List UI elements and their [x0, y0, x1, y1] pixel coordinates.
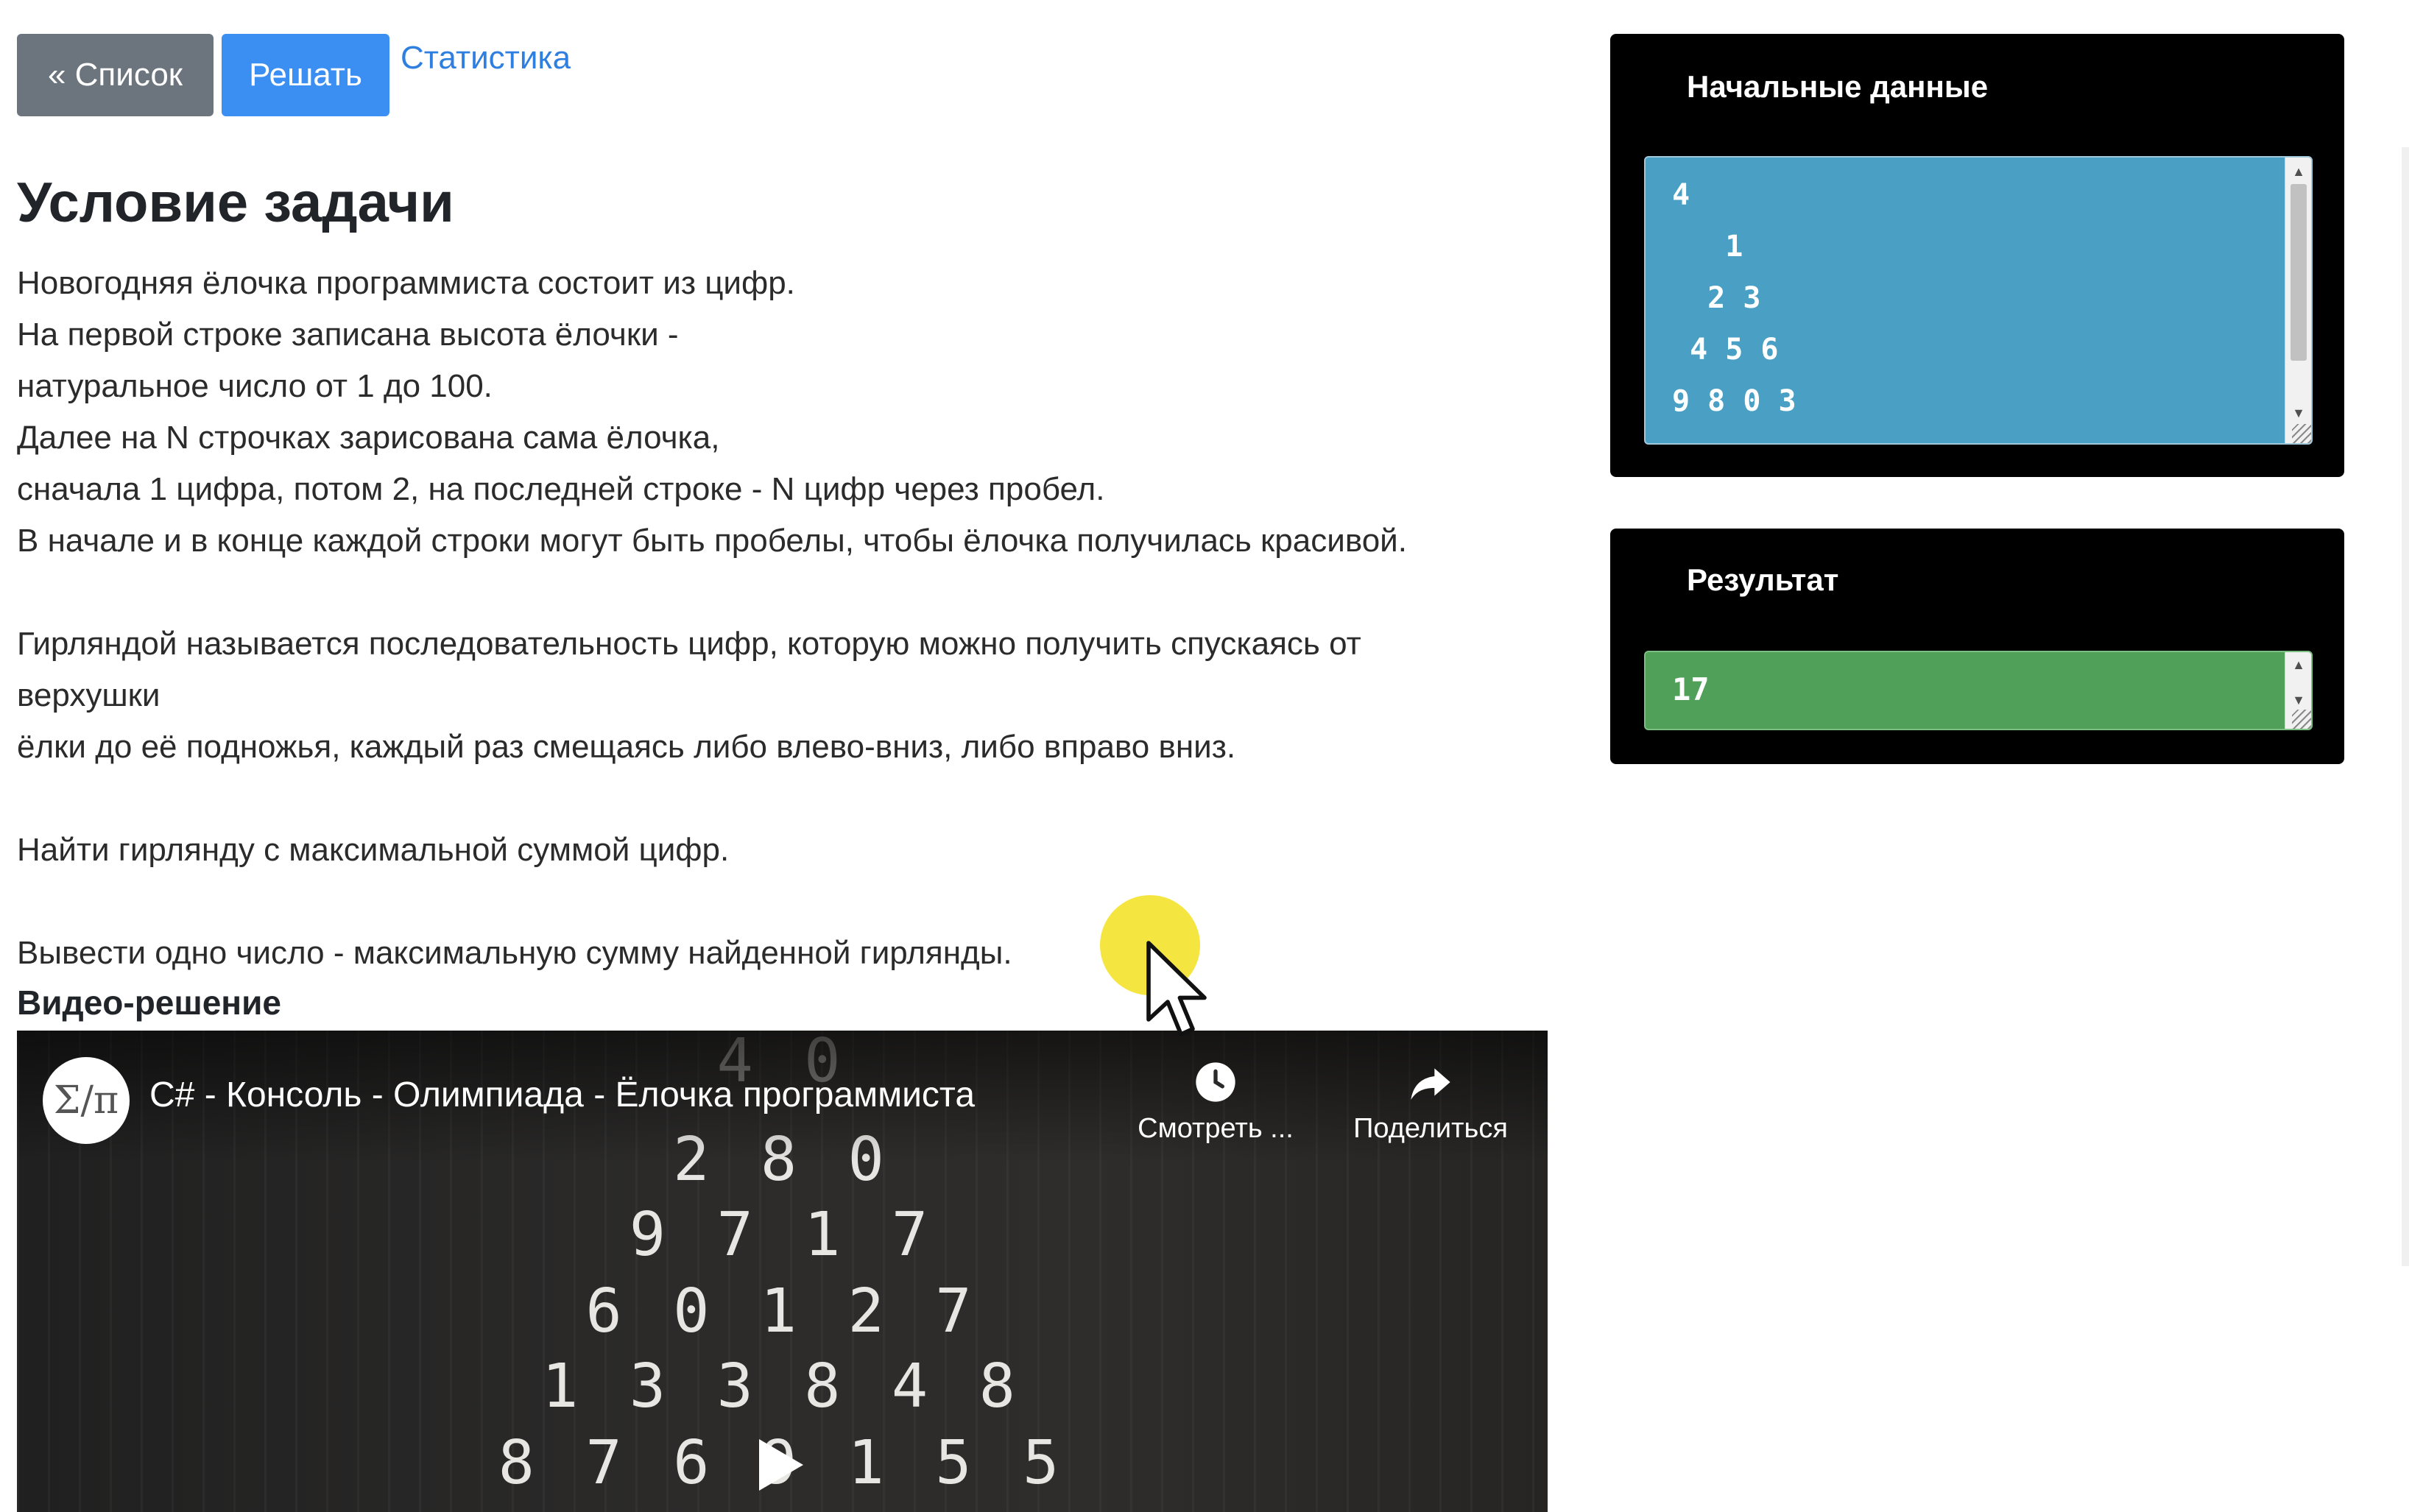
play-icon	[759, 1439, 803, 1491]
watch-later-label: Смотреть ...	[1138, 1113, 1294, 1144]
video-title[interactable]: C# - Консоль - Олимпиада - Ёлочка програ…	[149, 1075, 975, 1115]
task-line: Найти гирлянду с максимальной суммой циф…	[17, 832, 730, 868]
task-line: Новогодняя ёлочка программиста состоит и…	[17, 265, 795, 301]
page: « Список Решать Статистика Условие задач…	[0, 0, 2412, 1512]
share-label: Поделиться	[1353, 1113, 1508, 1144]
input-line: 4	[1672, 178, 1690, 212]
mouse-cursor-icon	[1146, 941, 1207, 1036]
play-button[interactable]	[744, 1428, 818, 1502]
scroll-up-arrow-icon[interactable]: ▲	[2285, 160, 2311, 183]
input-line: 4 5 6	[1672, 333, 1779, 367]
video-frame-row: 9 7 1 7	[629, 1200, 936, 1270]
resize-grip-icon[interactable]	[2292, 424, 2311, 443]
video-frame-row: 1 3 3 8 4 8	[541, 1352, 1023, 1421]
input-line: 2 3	[1672, 281, 1761, 315]
task-line: Далее на N строчках зарисована сама ёлоч…	[17, 420, 720, 456]
task-line: Вывести одно число - максимальную сумму …	[17, 935, 1012, 971]
solve-button[interactable]: Решать	[222, 34, 389, 116]
page-scroll-thumb[interactable]	[2402, 147, 2409, 1266]
scroll-thumb[interactable]	[2291, 184, 2307, 361]
task-line: верхушки	[17, 677, 161, 713]
input-scrollbar[interactable]: ▲ ▼	[2285, 158, 2311, 443]
video-solution-label: Видео-решение	[17, 983, 281, 1022]
task-title: Условие задачи	[17, 172, 454, 234]
input-data-textarea[interactable]: 4 1 2 3 4 5 6 9 8 0 3 ▲ ▼	[1644, 156, 2313, 445]
input-line: 9 8 0 3	[1672, 384, 1796, 418]
video-player[interactable]: 4 0 2 8 0 9 7 1 7 6 0 1 2 7 1 3 3 8 4 8 …	[17, 1031, 1548, 1512]
page-scrollbar[interactable]	[2399, 0, 2412, 1512]
task-line: ёлки до её подножья, каждый раз смещаясь…	[17, 729, 1236, 765]
result-value: 17	[1672, 671, 1710, 707]
scroll-down-arrow-icon[interactable]: ▼	[2285, 402, 2311, 424]
share-button[interactable]: Поделиться	[1335, 1059, 1526, 1145]
watch-later-button[interactable]: Смотреть ...	[1120, 1059, 1311, 1145]
result-panel: Результат 17 ▲ ▼	[1610, 529, 2344, 764]
resize-grip-icon[interactable]	[2292, 710, 2311, 729]
statistics-link[interactable]: Статистика	[401, 40, 571, 77]
scroll-down-arrow-icon[interactable]: ▼	[2285, 689, 2311, 711]
clock-icon	[1196, 1062, 1235, 1102]
input-line: 1	[1672, 230, 1743, 264]
input-data-header: Начальные данные	[1687, 69, 1989, 104]
channel-avatar[interactable]: Σ/π	[43, 1057, 130, 1144]
result-header: Результат	[1687, 562, 1839, 597]
channel-avatar-text: Σ/π	[53, 1078, 119, 1123]
task-line: Гирляндой называется последовательность …	[17, 626, 1361, 662]
task-line: В начале и в конце каждой строки могут б…	[17, 523, 1407, 559]
task-line: натуральное число от 1 до 100.	[17, 368, 493, 404]
result-textarea[interactable]: 17 ▲ ▼	[1644, 651, 2313, 730]
share-arrow-icon	[1411, 1068, 1450, 1100]
scroll-up-arrow-icon[interactable]: ▲	[2285, 654, 2311, 676]
video-frame-row: 6 0 1 2 7	[585, 1276, 979, 1346]
back-to-list-button[interactable]: « Список	[17, 34, 214, 116]
input-data-panel: Начальные данные 4 1 2 3 4 5 6 9 8 0 3 ▲…	[1610, 34, 2344, 477]
task-line: На первой строке записана высота ёлочки …	[17, 317, 679, 353]
task-line: сначала 1 цифра, потом 2, на последней с…	[17, 471, 1105, 507]
